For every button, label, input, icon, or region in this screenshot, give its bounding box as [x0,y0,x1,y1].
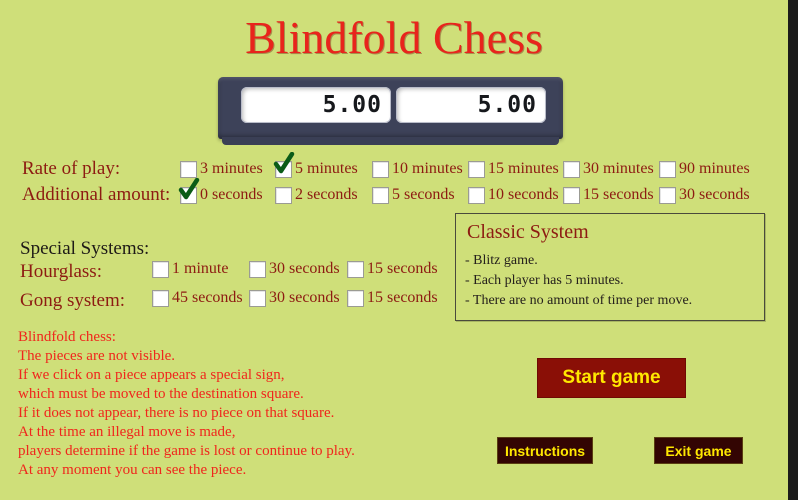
checkbox-icon[interactable] [563,186,580,204]
rate-option-4[interactable]: 30 minutes [563,160,654,178]
checkbox-label: 30 seconds [269,289,340,306]
clock-display-left: 5.00 [241,87,391,123]
start-game-button[interactable]: Start game [537,358,686,398]
checkbox-icon[interactable] [372,186,389,204]
gong-option-0[interactable]: 45 seconds [152,289,243,307]
checkbox-label: 30 seconds [679,186,750,203]
checkbox-icon[interactable] [659,160,676,178]
hourglass-option-2[interactable]: 15 seconds [347,260,438,278]
checkbox-icon[interactable] [152,289,169,307]
clock-digits-left: 5.00 [322,92,382,118]
checkbox-icon[interactable] [347,260,364,278]
window-right-edge [788,0,798,500]
checkbox-label: 90 minutes [679,160,750,177]
checkbox-label: 10 seconds [488,186,559,203]
checkbox-label: 5 minutes [295,160,358,177]
checkbox-icon[interactable] [468,160,485,178]
info-panel-line-2: - There are no amount of time per move. [465,293,693,308]
checkbox-icon[interactable] [659,186,676,204]
checkmark-icon [273,151,295,173]
hourglass-label: Hourglass: [20,261,102,282]
description-line-0: Blindfold chess: [18,329,116,345]
amount-option-3[interactable]: 10 seconds [468,186,559,204]
checkbox-icon[interactable] [178,177,200,204]
checkbox-icon[interactable] [563,160,580,178]
description-line-3: which must be moved to the destination s… [18,386,304,402]
rate-option-0[interactable]: 3 minutes [180,160,263,178]
checkbox-label: 1 minute [172,260,229,277]
checkbox-label: 2 seconds [295,186,358,203]
system-info-panel: Classic System - Blitz game. - Each playe… [455,213,765,321]
rate-option-5[interactable]: 90 minutes [659,160,750,178]
checkbox-icon[interactable] [273,151,295,178]
hourglass-option-1[interactable]: 30 seconds [249,260,340,278]
rate-option-1[interactable]: 5 minutes [273,151,358,178]
amount-option-0[interactable]: 0 seconds [178,177,263,204]
gong-option-1[interactable]: 30 seconds [249,289,340,307]
amount-option-2[interactable]: 5 seconds [372,186,455,204]
description-line-7: At any moment you can see the piece. [18,462,247,478]
info-panel-line-0: - Blitz game. [465,253,538,268]
checkbox-icon[interactable] [180,160,197,178]
checkbox-icon[interactable] [249,260,266,278]
checkmark-icon [178,177,200,199]
description-line-1: The pieces are not visible. [18,348,176,364]
amount-option-4[interactable]: 15 seconds [563,186,654,204]
description-line-6: players determine if the game is lost or… [18,443,355,459]
checkbox-label: 15 minutes [488,160,559,177]
rate-option-3[interactable]: 15 minutes [468,160,559,178]
exit-game-button[interactable]: Exit game [654,437,743,464]
checkbox-icon[interactable] [275,186,292,204]
clock-digits-right: 5.00 [477,92,537,118]
checkbox-icon[interactable] [347,289,364,307]
checkbox-label: 30 seconds [269,260,340,277]
checkbox-label: 3 minutes [200,160,263,177]
checkbox-label: 0 seconds [200,186,263,203]
description-line-2: If we click on a piece appears a special… [18,367,285,383]
checkbox-label: 15 seconds [583,186,654,203]
additional-amount-label: Additional amount: [22,184,171,205]
info-panel-line-1: - Each player has 5 minutes. [465,273,624,288]
chess-clock: 5.00 5.00 [218,77,563,145]
checkbox-label: 15 seconds [367,289,438,306]
instructions-button[interactable]: Instructions [497,437,593,464]
clock-display-right: 5.00 [396,87,546,123]
checkbox-label: 5 seconds [392,186,455,203]
checkbox-icon[interactable] [372,160,389,178]
rate-of-play-label: Rate of play: [22,158,121,179]
checkbox-icon[interactable] [249,289,266,307]
app-window: Blindfold Chess 5.00 5.00 Rate of play: … [0,0,788,500]
hourglass-option-0[interactable]: 1 minute [152,260,228,278]
special-systems-label: Special Systems: [20,238,150,259]
description-line-5: At the time an illegal move is made, [18,424,236,440]
amount-option-1[interactable]: 2 seconds [275,186,358,204]
checkbox-label: 15 seconds [367,260,438,277]
checkbox-label: 45 seconds [172,289,243,306]
info-panel-title: Classic System [467,221,589,243]
rate-option-2[interactable]: 10 minutes [372,160,463,178]
checkbox-icon[interactable] [468,186,485,204]
gong-system-label: Gong system: [20,290,126,311]
amount-option-5[interactable]: 30 seconds [659,186,750,204]
checkbox-label: 30 minutes [583,160,654,177]
checkbox-icon[interactable] [152,260,169,278]
page-title: Blindfold Chess [245,12,543,63]
description-line-4: If it does not appear, there is no piece… [18,405,335,421]
gong-option-2[interactable]: 15 seconds [347,289,438,307]
checkbox-label: 10 minutes [392,160,463,177]
